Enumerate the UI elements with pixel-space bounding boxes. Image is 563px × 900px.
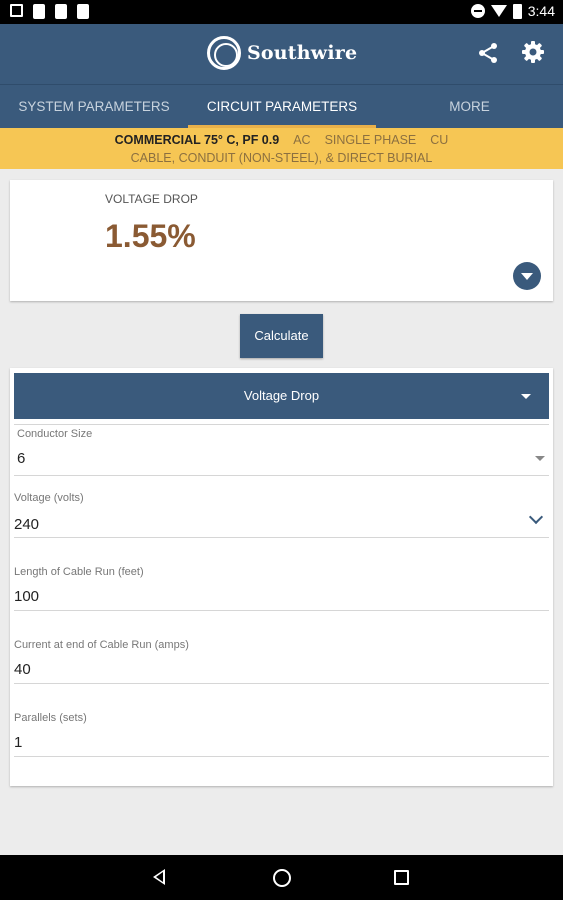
notification-icon xyxy=(77,4,89,19)
result-card: VOLTAGE DROP 1.55% xyxy=(10,180,553,301)
result-value: 1.55% xyxy=(105,218,196,254)
voltage-label: Voltage (volts) xyxy=(14,492,84,504)
banner-installation: CABLE, CONDUIT (NON-STEEL), & DIRECT BUR… xyxy=(130,151,433,165)
voltage-value: 240 xyxy=(14,516,40,533)
parallels-value: 1 xyxy=(14,734,23,751)
field-underline xyxy=(14,610,549,611)
calculate-button[interactable]: Calculate xyxy=(240,314,323,358)
cable-length-value: 100 xyxy=(14,588,40,605)
do-not-disturb-icon xyxy=(470,4,485,18)
gear-icon[interactable] xyxy=(522,41,544,63)
parameters-banner: COMMERCIAL 75° C, PF 0.9 AC SINGLE PHASE CU… xyxy=(0,128,563,169)
dropdown-caret-icon xyxy=(521,394,531,399)
tab-system-parameters[interactable]: SYSTEM PARAMETERS xyxy=(0,85,188,129)
divider xyxy=(14,424,549,425)
brand-name: Southwire xyxy=(247,42,358,64)
calculation-type-select[interactable]: Voltage Drop xyxy=(14,373,549,419)
field-underline xyxy=(14,756,549,757)
gallery-notification-icon xyxy=(10,4,23,17)
share-icon[interactable] xyxy=(477,42,499,64)
clock-time: 3:44 xyxy=(527,3,555,19)
brand-logo: Southwire xyxy=(207,36,357,70)
cable-length-label: Length of Cable Run (feet) xyxy=(14,566,144,578)
field-underline xyxy=(14,537,549,538)
recent-apps-icon[interactable] xyxy=(394,870,409,885)
calculation-type-value: Voltage Drop xyxy=(243,388,320,403)
home-icon[interactable] xyxy=(273,869,291,887)
parallels-label: Parallels (sets) xyxy=(14,712,87,724)
banner-phase: SINGLE PHASE xyxy=(324,133,417,147)
result-label: VOLTAGE DROP xyxy=(105,192,198,206)
system-nav-bar xyxy=(0,855,563,900)
current-value: 40 xyxy=(14,661,31,678)
back-icon[interactable] xyxy=(153,869,165,885)
app-bar: Southwire xyxy=(0,24,563,84)
chevron-down-icon[interactable] xyxy=(528,509,544,525)
input-form-card: Voltage Drop Conductor Size 6 Voltage (v… xyxy=(10,368,553,786)
banner-current-type: AC xyxy=(293,133,311,147)
battery-icon xyxy=(512,3,522,19)
conductor-size-label: Conductor Size xyxy=(17,428,93,440)
banner-material: CU xyxy=(430,133,449,147)
dropdown-caret-icon xyxy=(535,456,545,461)
tab-bar: SYSTEM PARAMETERS CIRCUIT PARAMETERS MOR… xyxy=(0,84,563,129)
conductor-size-value: 6 xyxy=(17,450,26,467)
current-label: Current at end of Cable Run (amps) xyxy=(14,639,189,651)
notification-icon xyxy=(33,4,45,19)
notification-icon xyxy=(55,4,67,19)
expand-result-button[interactable] xyxy=(513,262,541,290)
status-bar: 3:44 xyxy=(0,0,563,24)
wifi-icon xyxy=(490,5,507,17)
tab-more[interactable]: MORE xyxy=(376,85,563,129)
banner-standard: COMMERCIAL 75° C, PF 0.9 xyxy=(114,133,280,147)
tab-circuit-parameters[interactable]: CIRCUIT PARAMETERS xyxy=(188,85,376,129)
field-underline xyxy=(14,475,549,476)
southwire-logo-icon xyxy=(207,36,241,70)
field-underline xyxy=(14,683,549,684)
